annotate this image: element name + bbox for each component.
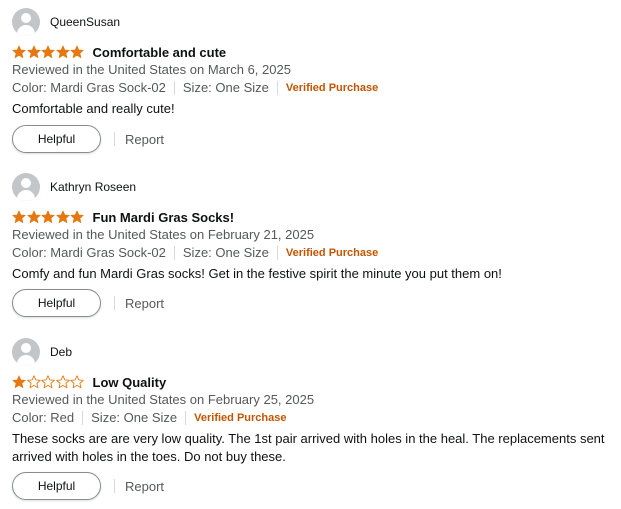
variant-size: Size: One Size [91, 410, 178, 425]
review-title[interactable]: Low Quality [93, 375, 167, 390]
helpful-button[interactable]: Helpful [12, 125, 101, 153]
review-card: Deb Low Quality Reviewed in the United S… [0, 338, 621, 506]
review-date: Reviewed in the United States on Februar… [12, 227, 315, 242]
star-filled-icon [12, 45, 26, 58]
divider [276, 80, 278, 95]
star-filled-icon [70, 210, 84, 223]
review-title[interactable]: Fun Mardi Gras Socks! [93, 210, 235, 225]
verified-purchase-badge[interactable]: Verified Purchase [286, 247, 378, 259]
review-body: Comfy and fun Mardi Gras socks! Get in t… [12, 266, 502, 281]
reviewer-name: Kathryn Roseen [50, 180, 137, 194]
star-filled-icon [41, 210, 55, 223]
star-outline-icon [70, 375, 84, 389]
variant-size: Size: One Size [182, 245, 269, 260]
verified-purchase-badge[interactable]: Verified Purchase [286, 82, 378, 94]
review-card: QueenSusan Comfortable and cute Reviewed… [0, 8, 621, 158]
variant-info: Color: Red Size: One Size Verified Purch… [12, 410, 286, 425]
star-filled-icon [70, 45, 84, 58]
reviewer-profile[interactable]: Deb [12, 338, 72, 366]
avatar-icon [12, 8, 40, 36]
avatar-icon [12, 173, 40, 201]
star-outline-icon [55, 375, 70, 389]
divider [82, 410, 84, 425]
variant-color[interactable]: Color: Mardi Gras Sock-02 [12, 80, 166, 95]
review-actions: Helpful Report [12, 289, 164, 317]
star-outline-icon [41, 375, 55, 389]
review-body: These socks are are very low quality. Th… [12, 431, 605, 464]
divider [173, 245, 175, 260]
report-link[interactable]: Report [125, 132, 164, 147]
star-filled-icon [55, 210, 70, 223]
star-rating[interactable] [12, 45, 85, 59]
star-outline-icon [26, 375, 41, 389]
star-filled-icon [55, 45, 70, 58]
divider [114, 479, 115, 493]
variant-info: Color: Mardi Gras Sock-02 Size: One Size… [12, 245, 378, 260]
review-date: Reviewed in the United States on March 6… [12, 62, 291, 77]
review-body: Comfortable and really cute! [12, 101, 175, 116]
star-filled-icon [41, 45, 55, 58]
report-link[interactable]: Report [125, 296, 164, 311]
review-date: Reviewed in the United States on Februar… [12, 392, 315, 407]
review-actions: Helpful Report [12, 472, 164, 500]
divider [185, 410, 187, 425]
rating-row: Comfortable and cute [12, 43, 226, 61]
rating-row: Fun Mardi Gras Socks! [12, 208, 234, 226]
variant-color[interactable]: Color: Mardi Gras Sock-02 [12, 245, 166, 260]
star-filled-icon [12, 210, 26, 223]
divider [114, 132, 115, 146]
rating-row: Low Quality [12, 373, 166, 391]
divider [114, 296, 115, 310]
reviewer-name: Deb [50, 345, 73, 359]
helpful-button[interactable]: Helpful [12, 472, 101, 500]
reviewer-profile[interactable]: Kathryn Roseen [12, 173, 136, 201]
helpful-button[interactable]: Helpful [12, 289, 101, 317]
report-link[interactable]: Report [125, 479, 164, 494]
variant-color[interactable]: Color: Red [12, 410, 74, 425]
review-card: Kathryn Roseen Fun Mardi Gras Socks! Rev… [0, 173, 621, 323]
divider [173, 80, 175, 95]
avatar-icon [12, 338, 40, 366]
star-rating[interactable] [12, 210, 85, 224]
reviewer-name: QueenSusan [50, 15, 121, 29]
review-title[interactable]: Comfortable and cute [93, 45, 227, 60]
divider [276, 245, 278, 260]
verified-purchase-badge[interactable]: Verified Purchase [194, 412, 286, 424]
star-filled-icon [26, 210, 41, 223]
star-filled-icon [26, 45, 41, 58]
star-filled-icon [12, 375, 26, 388]
variant-info: Color: Mardi Gras Sock-02 Size: One Size… [12, 80, 378, 95]
reviewer-profile[interactable]: QueenSusan [12, 8, 120, 36]
review-actions: Helpful Report [12, 125, 164, 153]
variant-size: Size: One Size [182, 80, 269, 95]
star-rating[interactable] [12, 375, 85, 389]
